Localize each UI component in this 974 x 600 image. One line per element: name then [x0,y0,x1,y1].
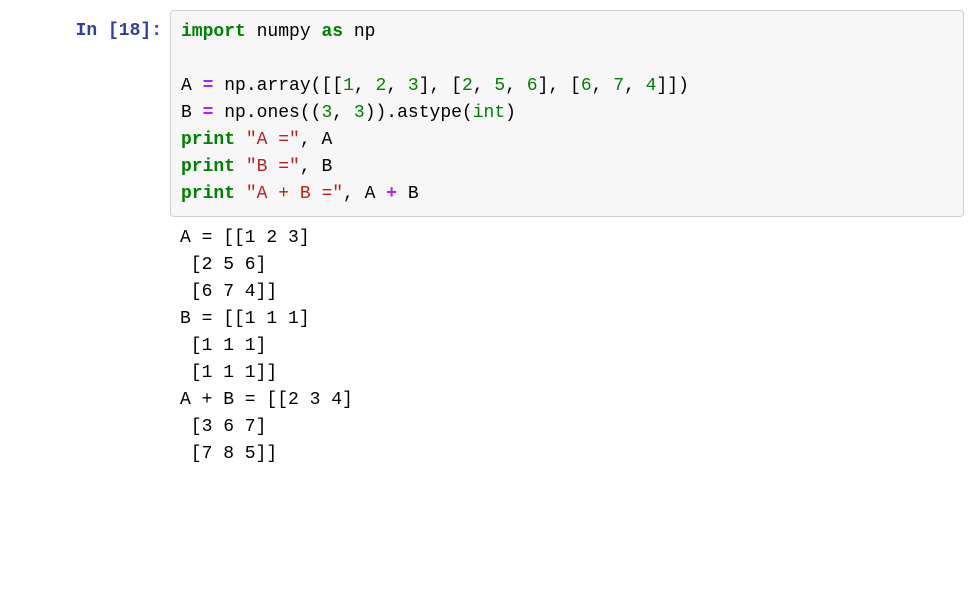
output-area: A = [[1 2 3] [2 5 6] [6 7 4]] B = [[1 1 … [170,217,964,468]
string-literal: "A + B =" [246,184,343,204]
code-input-area[interactable]: import numpy as np A = np.array([[1, 2, … [170,10,964,217]
string-literal: "B =" [246,157,300,177]
keyword-print: print [181,184,235,204]
content-column: import numpy as np A = np.array([[1, 2, … [170,10,964,468]
keyword-print: print [181,130,235,150]
alias-name: np [354,22,376,42]
np-array-call: np.array([[ [224,76,343,96]
keyword-print: print [181,157,235,177]
int-type: int [473,103,505,123]
prompt-prefix: In [ [76,21,119,41]
prompt-number: 18 [119,21,141,41]
keyword-as: as [321,22,343,42]
string-literal: "A =" [246,130,300,150]
equals-op: = [203,103,214,123]
var-a: A [181,76,192,96]
plus-op: + [386,184,397,204]
np-ones-call: np.ones(( [224,103,321,123]
prompt-column: In [18]: [10,10,170,468]
input-prompt: In [18]: [10,10,162,45]
module-name: numpy [257,22,311,42]
prompt-suffix: ]: [140,21,162,41]
equals-op: = [203,76,214,96]
var-b: B [181,103,192,123]
code-cell: In [18]: import numpy as np A = np.array… [10,10,964,468]
keyword-import: import [181,22,246,42]
